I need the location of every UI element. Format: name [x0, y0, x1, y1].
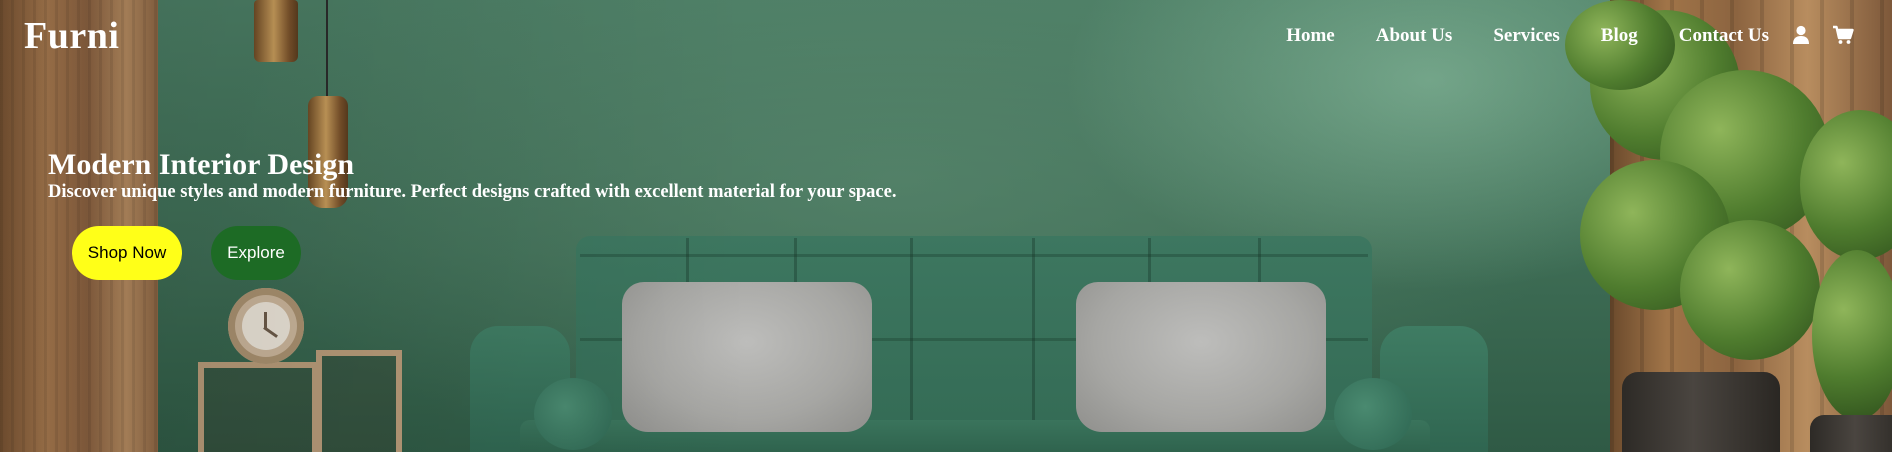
nav-link-about-us[interactable]: About Us [1376, 25, 1453, 47]
hero-title: Modern Interior Design [48, 148, 355, 181]
navbar: Furni Home About Us Services Blog Contac… [0, 0, 1892, 76]
explore-button[interactable]: Explore [211, 226, 301, 280]
cart-icon[interactable] [1832, 25, 1854, 47]
nav-link-home[interactable]: Home [1286, 25, 1335, 47]
nav-link-contact-us[interactable]: Contact Us [1679, 25, 1769, 47]
nav-link-services[interactable]: Services [1493, 25, 1559, 47]
shop-now-button[interactable]: Shop Now [72, 226, 182, 280]
brand-logo[interactable]: Furni [24, 14, 119, 58]
nav-links: Home About Us Services Blog Contact Us [1286, 25, 1769, 47]
nav-link-blog[interactable]: Blog [1601, 25, 1638, 47]
hero-subtitle: Discover unique styles and modern furnit… [48, 182, 897, 202]
user-icon[interactable] [1790, 25, 1812, 47]
